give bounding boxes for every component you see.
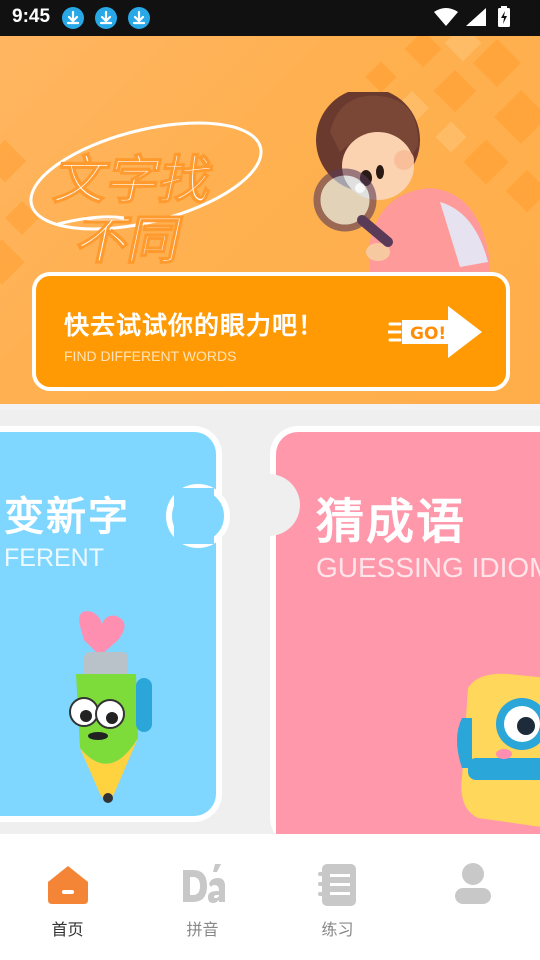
- card-new-character[interactable]: 变新字 FERENT: [0, 426, 230, 822]
- cta-subtitle: FIND DIFFERENT WORDS: [64, 348, 237, 364]
- download-icon: [95, 7, 117, 29]
- notebook-icon: [318, 864, 356, 906]
- logo-title-art: 文字找 不同: [29, 121, 263, 272]
- home-icon: [48, 866, 88, 904]
- signal-icon: [466, 8, 486, 26]
- system-status-icons: [434, 6, 510, 27]
- find-different-cta-button[interactable]: 快去试试你的眼力吧！ FIND DIFFERENT WORDS GO!: [32, 272, 510, 391]
- pinyin-icon: [183, 864, 225, 903]
- tab-practice[interactable]: 练习: [270, 834, 405, 960]
- book-mascot-illustration: [457, 673, 540, 827]
- card-title: 变新字: [4, 494, 130, 540]
- user-icon: [455, 863, 491, 904]
- tab-home[interactable]: 首页: [0, 834, 135, 960]
- tab-label: 练习: [321, 920, 354, 939]
- status-time: 9:45: [12, 6, 51, 27]
- tab-profile[interactable]: [405, 834, 540, 960]
- card-subtitle: FERENT: [4, 544, 104, 572]
- game-cards: 变新字 FERENT 猜成语 GUESSING IDIOM: [0, 410, 540, 834]
- bottom-tab-bar: 首页 拼音 练习: [0, 834, 540, 960]
- wifi-icon: [434, 8, 458, 26]
- cta-title: 快去试试你的眼力吧！: [64, 311, 325, 340]
- card-guess-idiom[interactable]: 猜成语 GUESSING IDIOM: [270, 426, 540, 834]
- pencil-mascot-illustration: [69, 611, 152, 803]
- card-subtitle: GUESSING IDIOM: [316, 552, 540, 583]
- tab-label: 拼音: [186, 920, 219, 939]
- tab-pinyin[interactable]: 拼音: [135, 834, 270, 960]
- svg-text:文字找: 文字找: [50, 151, 219, 211]
- go-label: GO!: [410, 324, 446, 344]
- download-icon: [128, 7, 150, 29]
- card-title: 猜成语: [316, 494, 467, 550]
- hero-banner[interactable]: 文字找 不同 快去试试你的眼力吧！ FIND DIFFERENT WORDS G…: [0, 36, 540, 404]
- go-arrow-icon: GO!: [388, 306, 482, 358]
- girl-magnifier-illustration: [313, 92, 490, 282]
- status-bar: 9:45: [0, 0, 540, 36]
- download-icon: [62, 7, 84, 29]
- tab-label: 首页: [51, 920, 84, 939]
